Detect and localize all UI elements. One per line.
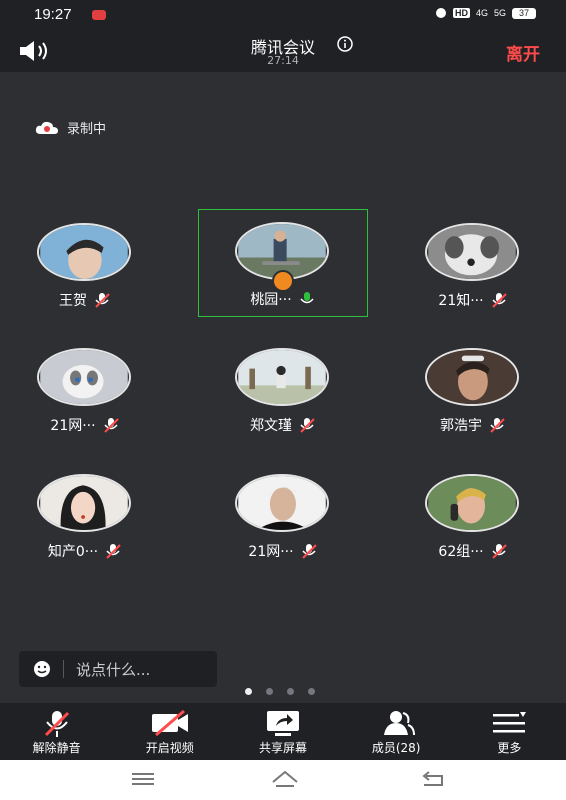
- participant-name: 桃园···: [250, 292, 292, 308]
- status-time: 19:27: [34, 6, 72, 23]
- participant-name: 62组···: [438, 544, 484, 560]
- members-icon: [384, 711, 416, 736]
- unmute-label: 解除静音: [32, 741, 81, 755]
- mic-muted-icon: [491, 544, 507, 559]
- hd-badge: HD: [452, 8, 470, 18]
- participant-avatar: [235, 348, 329, 406]
- participant-tile[interactable]: 62组···: [388, 461, 558, 569]
- start-video-label: 开启视频: [145, 741, 194, 755]
- mic-active-icon: [300, 292, 314, 304]
- more-button[interactable]: 更多: [453, 703, 566, 760]
- share-screen-button[interactable]: 共享屏幕: [226, 703, 339, 760]
- participant-tile[interactable]: 21网···: [0, 335, 170, 443]
- page-dot-3[interactable]: [287, 688, 294, 695]
- page-dot-2[interactable]: [266, 688, 273, 695]
- mic-muted-icon: [301, 544, 317, 559]
- system-nav-bar: [0, 760, 566, 800]
- mic-muted-icon: [103, 418, 119, 433]
- headset-icon: [435, 8, 446, 18]
- mic-muted-icon: [491, 293, 507, 308]
- participant-tile[interactable]: 王贺: [0, 210, 170, 318]
- unmute-button[interactable]: 解除静音: [0, 703, 113, 760]
- recording-indicator: 录制中: [35, 118, 106, 137]
- leave-button[interactable]: 离开: [506, 40, 540, 65]
- participant-avatar: [425, 223, 519, 281]
- participant-avatar: [425, 348, 519, 406]
- participant-name: 21知···: [438, 293, 484, 309]
- meeting-timer: 27:14: [267, 54, 299, 67]
- participant-avatar: [37, 348, 131, 406]
- recording-label: 录制中: [67, 122, 107, 137]
- start-video-button[interactable]: 开启视频: [113, 703, 226, 760]
- video-off-icon: [151, 709, 188, 737]
- mic-muted-icon: [490, 418, 505, 433]
- participant-avatar: [37, 474, 131, 532]
- members-button[interactable]: 成员(28): [340, 703, 453, 760]
- members-label: 成员(28): [371, 741, 421, 755]
- participant-name: 21网···: [50, 418, 96, 434]
- participant-name: 知产0···: [47, 544, 99, 560]
- mic-muted-icon: [95, 293, 110, 308]
- participant-tile[interactable]: 郑文瑾: [198, 335, 368, 443]
- status-bar: 19:27 HD 4G 5G 37: [0, 0, 566, 30]
- mic-off-icon: [44, 711, 69, 737]
- participant-name: 王贺: [59, 293, 87, 309]
- participant-tile[interactable]: 21知···: [388, 210, 558, 318]
- mic-muted-icon: [300, 418, 315, 433]
- page-dot-4[interactable]: [308, 688, 315, 695]
- emoji-icon[interactable]: [33, 660, 51, 678]
- page-dot-1[interactable]: [245, 688, 252, 695]
- participant-tile[interactable]: 21网···: [198, 461, 368, 569]
- participant-tile[interactable]: 郭浩宇: [388, 335, 558, 443]
- info-icon[interactable]: [337, 36, 353, 52]
- chat-input[interactable]: 说点什么...: [19, 651, 217, 687]
- chat-divider: [63, 660, 64, 678]
- status-right: HD 4G 5G 37: [435, 7, 536, 19]
- page-indicator[interactable]: [245, 688, 315, 695]
- host-badge-icon: [272, 270, 294, 292]
- participant-tile-active-speaker[interactable]: 桃园···: [198, 209, 368, 317]
- participant-name: 21网···: [248, 544, 294, 560]
- participant-name: 郭浩宇: [440, 418, 482, 434]
- share-screen-icon: [266, 711, 299, 736]
- chat-placeholder: 说点什么...: [76, 660, 151, 679]
- recording-cloud-icon: [35, 121, 58, 134]
- network-5g: 5G: [493, 8, 506, 18]
- battery-indicator: 37: [512, 7, 536, 19]
- participant-tile[interactable]: 知产0···: [0, 461, 170, 569]
- participant-avatar: [425, 474, 519, 532]
- back-nav-icon[interactable]: [420, 768, 446, 790]
- more-menu-icon: [493, 712, 527, 733]
- participant-avatar: [235, 474, 329, 532]
- share-screen-label: 共享屏幕: [258, 741, 307, 755]
- more-label: 更多: [497, 741, 522, 755]
- menu-nav-icon[interactable]: [130, 768, 156, 790]
- meeting-header: 腾讯会议 27:14 离开: [0, 30, 566, 72]
- participant-name: 郑文瑾: [250, 418, 292, 434]
- meeting-toolbar: 解除静音 开启视频 共享屏幕 成员(28) 更多: [0, 703, 566, 760]
- mic-muted-icon: [106, 544, 121, 559]
- network-4g: 4G: [475, 8, 488, 18]
- screen-record-indicator: [92, 10, 106, 20]
- participant-avatar: [37, 223, 131, 281]
- home-nav-icon[interactable]: [270, 768, 300, 790]
